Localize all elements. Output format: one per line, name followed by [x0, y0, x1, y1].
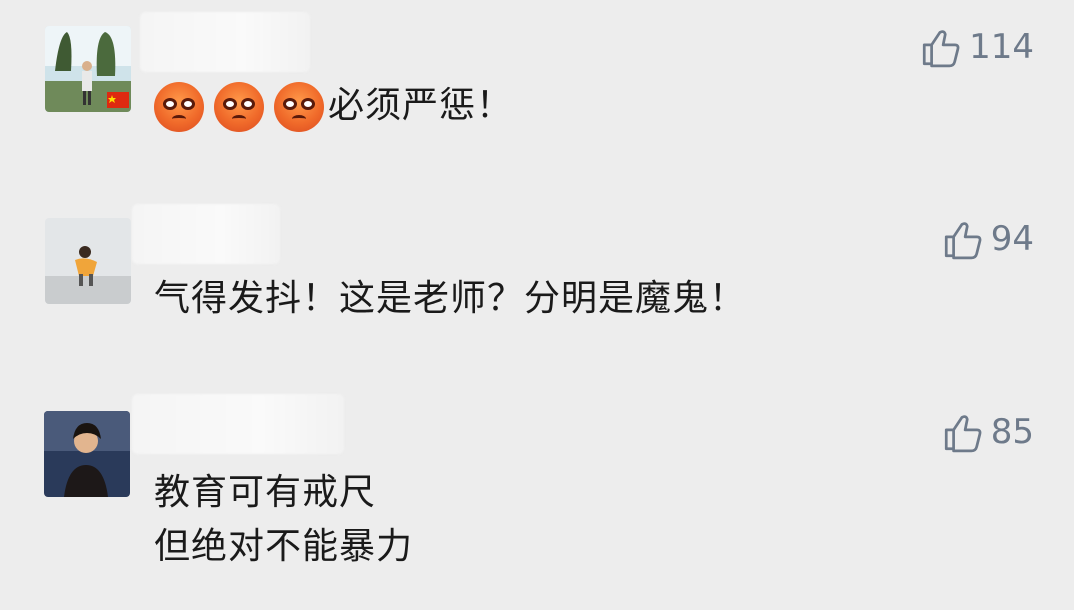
avatar[interactable] [44, 411, 130, 497]
comment-text-body: 必须严惩！ [328, 85, 514, 126]
avatar[interactable] [45, 26, 131, 112]
like-count: 94 [990, 219, 1034, 259]
blurred-username[interactable] [132, 204, 280, 264]
comment-text-line: 教育可有戒尺 [154, 472, 377, 513]
thumbs-up-icon [941, 218, 983, 260]
angry-face-icon [154, 82, 204, 132]
comment-text-line: 但绝对不能暴力 [154, 526, 414, 567]
avatar[interactable] [45, 218, 131, 304]
comment-item: 85 教育可有戒尺 但绝对不能暴力 [0, 380, 1074, 610]
angry-face-icon [214, 82, 264, 132]
like-button[interactable]: 94 [941, 218, 1034, 260]
angry-face-icon [274, 82, 324, 132]
thumbs-up-icon [941, 411, 983, 453]
like-button[interactable]: 114 [919, 26, 1034, 68]
emoji-row [154, 82, 328, 132]
like-count: 114 [969, 27, 1034, 67]
comment-text: 必须严惩！ [154, 79, 513, 133]
comment-item: 94 气得发抖！这是老师？分明是魔鬼！ [0, 180, 1074, 380]
thumbs-up-icon [919, 26, 961, 68]
like-button[interactable]: 85 [941, 411, 1034, 453]
like-count: 85 [990, 412, 1034, 452]
comment-text: 教育可有戒尺 但绝对不能暴力 [154, 466, 413, 574]
comment-item: 114 必须严惩！ [0, 0, 1074, 180]
blurred-username[interactable] [140, 12, 310, 72]
blurred-username[interactable] [132, 394, 344, 454]
comment-text: 气得发抖！这是老师？分明是魔鬼！ [154, 278, 747, 319]
